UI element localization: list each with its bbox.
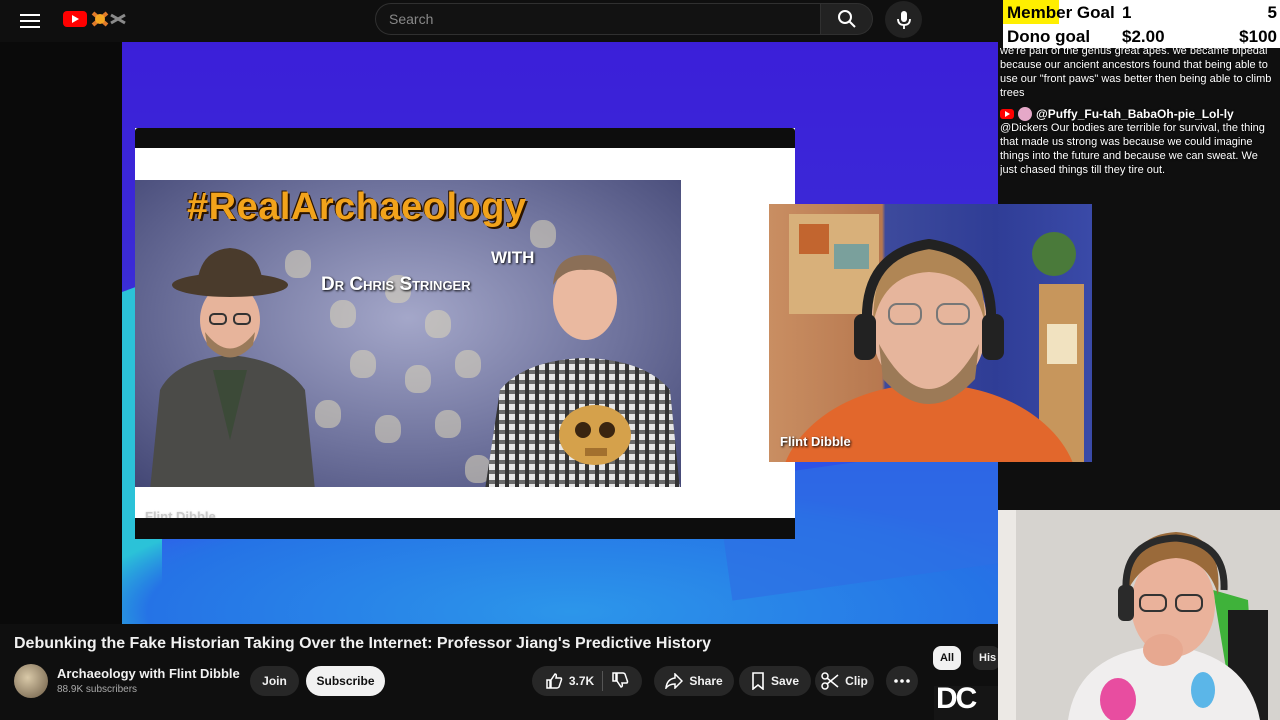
scissors-icon	[821, 672, 839, 690]
join-button[interactable]: Join	[250, 666, 299, 696]
person-with-hat-image	[150, 248, 315, 487]
video-thumbnail-image: #RealArchaeology WITH Dr Chris Stringer	[135, 180, 681, 487]
masthead	[0, 0, 1000, 42]
youtube-badge-icon	[1000, 109, 1014, 119]
share-button[interactable]: Share	[654, 666, 734, 696]
video-player[interactable]: #RealArchaeology WITH Dr Chris Stringer …	[0, 42, 1092, 624]
chat-message-text: @Dickers Our bodies are terrible for sur…	[1000, 122, 1265, 176]
thumbnail-title: #RealArchaeology	[187, 186, 527, 228]
share-icon	[665, 673, 684, 689]
thumbs-up-icon	[546, 673, 563, 689]
dono-goal-row: Dono goal $2.00 $100	[1007, 25, 1277, 49]
search-button[interactable]	[821, 3, 873, 35]
member-goal-row: Member Goal 1 5	[1007, 1, 1277, 25]
stream-goals-widget: Member Goal 1 5 Dono goal $2.00 $100	[1003, 0, 1280, 48]
streamer-webcam-image	[998, 510, 1280, 720]
share-label: Share	[689, 674, 723, 688]
chip-history[interactable]: His	[973, 646, 1000, 670]
subscribe-button[interactable]: Subscribe	[306, 666, 385, 696]
voice-search-button[interactable]	[885, 1, 922, 38]
dono-goal-target: $100	[1239, 27, 1277, 46]
thumbnail-guest-name: Dr Chris Stringer	[321, 274, 471, 295]
chat-author-row: @Puffy_Fu-tah_BabaOh-pie_Lol-ly	[1000, 107, 1276, 121]
menu-icon[interactable]	[20, 11, 40, 31]
chat-author-name: @Puffy_Fu-tah_BabaOh-pie_Lol-ly	[1036, 107, 1234, 121]
member-goal-label: Member Goal	[1007, 3, 1115, 22]
member-goal-current: 1	[1122, 3, 1132, 22]
like-dislike-bar: 3.7K	[532, 666, 642, 696]
clip-label: Clip	[845, 674, 868, 688]
guest-name-label: Flint Dibble	[780, 434, 851, 449]
clip-button[interactable]: Clip	[815, 666, 874, 696]
bookmark-icon	[752, 672, 764, 690]
recommended-thumb-text: DC	[936, 686, 977, 715]
member-goal-target: 5	[1267, 3, 1277, 22]
like-count: 3.7K	[568, 674, 595, 688]
thumbnail-with-label: WITH	[491, 248, 535, 267]
channel-name[interactable]: Archaeology with Flint Dibble	[57, 666, 240, 681]
live-chat-overlay: we're part of the genus great apes. we b…	[1000, 48, 1276, 198]
chat-avatar	[1018, 107, 1032, 121]
save-label: Save	[770, 674, 800, 688]
microphone-icon	[896, 10, 911, 29]
search-icon	[837, 10, 856, 28]
like-button[interactable]: 3.7K	[545, 672, 594, 690]
dono-goal-label: Dono goal	[1007, 27, 1091, 46]
guest-camera-feed: Flint Dibble	[769, 204, 1092, 462]
thumbs-down-icon	[612, 671, 629, 688]
more-actions-button[interactable]	[886, 666, 918, 696]
search-input[interactable]	[376, 4, 809, 34]
recommended-video-thumbnail[interactable]: DC	[934, 686, 1000, 720]
save-button[interactable]: Save	[739, 666, 811, 696]
shared-slide: #RealArchaeology WITH Dr Chris Stringer …	[135, 128, 795, 539]
dono-goal-current: $2.00	[1122, 27, 1165, 46]
subscriber-count: 88.9K subscribers	[57, 684, 138, 695]
streamer-webcam-feed	[998, 510, 1280, 720]
guest-camera-image	[785, 214, 1084, 462]
dislike-button[interactable]	[611, 671, 629, 692]
channel-avatar[interactable]	[14, 664, 48, 698]
chip-all[interactable]: All	[933, 646, 961, 670]
chat-message-text: we're part of the genus great apes. we b…	[1000, 48, 1272, 99]
video-title: Debunking the Fake Historian Taking Over…	[14, 635, 712, 652]
person-with-skull-image	[485, 255, 680, 487]
youtube-logo-icon[interactable]	[63, 9, 139, 29]
more-horizontal-icon	[894, 679, 910, 683]
search-box[interactable]	[375, 3, 821, 35]
